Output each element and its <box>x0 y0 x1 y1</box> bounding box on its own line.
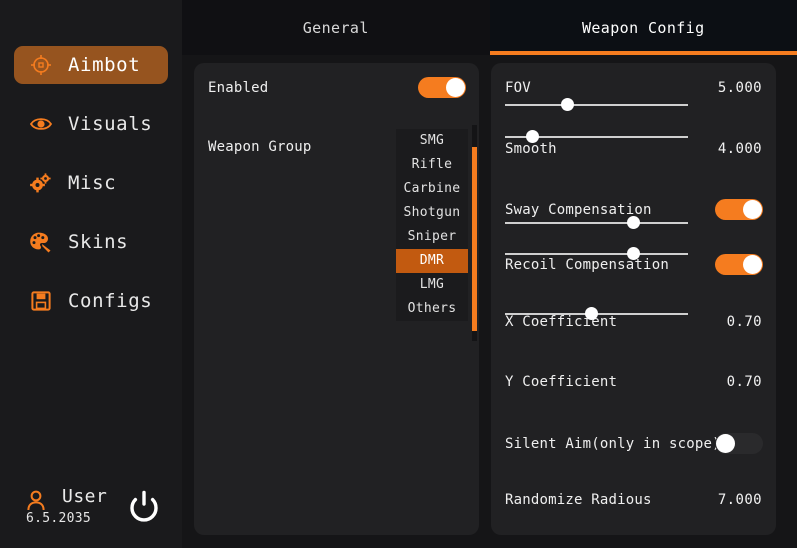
palette-icon <box>26 230 56 254</box>
setting-row-randomize-radious: Randomize Radious 7.000 <box>491 489 776 518</box>
dropdown-option[interactable]: Shotgun <box>396 201 468 225</box>
aim-settings-panel: FOV 5.000 Smooth 4.000 Sway Compensation <box>491 63 776 535</box>
power-icon[interactable] <box>128 490 160 528</box>
settings-panels: Enabled Weapon Group DMR <box>182 55 797 548</box>
dropdown-option[interactable]: SMG <box>396 129 468 153</box>
weapon-group-panel: Enabled Weapon Group DMR <box>194 63 479 535</box>
toggle-knob <box>716 434 735 453</box>
sidebar-item-aimbot[interactable]: Aimbot <box>14 46 168 84</box>
weapon-group-dropdown-list[interactable]: SMG Rifle Carbine Shotgun Sniper DMR LMG… <box>396 129 468 321</box>
dropdown-scrollbar-thumb[interactable] <box>472 147 477 331</box>
crosshair-icon <box>26 53 56 77</box>
slider-knob[interactable] <box>585 307 598 320</box>
floppy-disk-icon <box>26 289 56 313</box>
dropdown-option[interactable]: Carbine <box>396 177 468 201</box>
sidebar-item-misc[interactable]: Misc <box>14 164 168 202</box>
enabled-toggle[interactable] <box>418 77 466 98</box>
weapon-group-label: Weapon Group <box>208 139 312 155</box>
sidebar-nav: Aimbot Visuals Misc Skins Configs <box>0 46 182 341</box>
setting-row-enabled: Enabled <box>194 77 479 106</box>
sidebar-item-label: Skins <box>68 231 129 253</box>
gears-icon <box>26 171 56 195</box>
smooth-slider[interactable] <box>505 130 688 144</box>
slider-knob[interactable] <box>561 98 575 111</box>
sidebar-item-visuals[interactable]: Visuals <box>14 105 168 143</box>
x-coefficient-slider[interactable] <box>505 216 688 230</box>
tab-general[interactable]: General <box>182 0 490 55</box>
recoil-compensation-toggle[interactable] <box>715 254 763 275</box>
dropdown-option[interactable]: Rifle <box>396 153 468 177</box>
sidebar-item-label: Visuals <box>68 113 153 135</box>
user-bar: User 6.5.2035 <box>0 478 182 538</box>
dropdown-option[interactable]: LMG <box>396 273 468 297</box>
toggle-knob <box>743 200 762 219</box>
silent-aim-label: Silent Aim(only in scope) <box>505 436 721 452</box>
y-coefficient-slider[interactable] <box>505 247 688 261</box>
dropdown-scrollbar[interactable] <box>472 125 477 341</box>
slider-knob[interactable] <box>627 216 641 229</box>
tab-label: General <box>302 18 369 37</box>
randomize-radious-value: 7.000 <box>717 492 762 508</box>
toggle-knob <box>743 255 762 274</box>
sidebar-item-label: Misc <box>68 172 117 194</box>
sidebar-item-configs[interactable]: Configs <box>14 282 168 320</box>
user-name: User <box>62 486 108 507</box>
dropdown-option[interactable]: Others <box>396 297 468 321</box>
randomize-radious-label: Randomize Radious <box>505 492 652 508</box>
slider-knob[interactable] <box>627 247 641 260</box>
setting-row-silent-aim: Silent Aim(only in scope) <box>491 433 776 462</box>
slider-knob[interactable] <box>526 130 540 143</box>
tab-bar: General Weapon Config <box>182 0 797 55</box>
dropdown-option-selected[interactable]: DMR <box>396 249 468 273</box>
slider-track <box>505 104 688 106</box>
setting-row-y-coefficient: Y Coefficient 0.70 <box>491 371 776 400</box>
y-coefficient-label: Y Coefficient <box>505 374 618 390</box>
slider-track <box>505 222 688 224</box>
toggle-knob <box>446 78 465 97</box>
fov-label: FOV <box>505 80 531 96</box>
user-date: 6.5.2035 <box>26 511 92 526</box>
dropdown-option[interactable]: Sniper <box>396 225 468 249</box>
sidebar: Aimbot Visuals Misc Skins Configs User 6… <box>0 0 182 548</box>
x-coefficient-value: 0.70 <box>726 314 762 330</box>
slider-track <box>505 253 688 255</box>
y-coefficient-value: 0.70 <box>726 374 762 390</box>
sidebar-item-label: Aimbot <box>68 54 141 76</box>
sidebar-item-skins[interactable]: Skins <box>14 223 168 261</box>
fov-value: 5.000 <box>717 80 762 96</box>
main-content: General Weapon Config Enabled Weapon Gro… <box>182 0 797 548</box>
sway-compensation-toggle[interactable] <box>715 199 763 220</box>
silent-aim-toggle[interactable] <box>715 433 763 454</box>
fov-slider[interactable] <box>505 98 688 112</box>
sidebar-item-label: Configs <box>68 290 153 312</box>
randomize-radious-slider[interactable] <box>505 307 688 321</box>
enabled-label: Enabled <box>208 80 269 96</box>
smooth-value: 4.000 <box>717 141 762 157</box>
tab-weapon-config[interactable]: Weapon Config <box>489 0 797 55</box>
app-window: Aimbot Visuals Misc Skins Configs User 6… <box>0 0 797 548</box>
tab-label: Weapon Config <box>581 18 705 37</box>
eye-icon <box>26 112 56 136</box>
